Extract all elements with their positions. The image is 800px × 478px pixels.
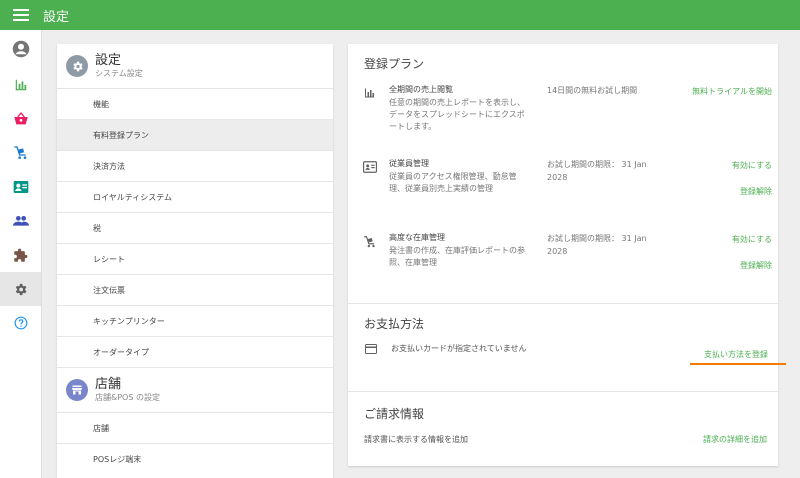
billing-description: 請求書に表示する情報を追加 — [364, 435, 468, 444]
menu-item-stores[interactable]: 店舗 — [57, 413, 333, 444]
unsubscribe-link[interactable]: 登録解除 — [740, 260, 772, 271]
nav-items[interactable] — [0, 102, 41, 136]
plan-term: 14日間の無料お試し期間 — [547, 86, 638, 95]
cart-icon — [13, 146, 26, 159]
plan-name: 従業員管理 — [389, 159, 429, 168]
plan-description: 従業員のアクセス権限管理、勤怠管理、従業員別売上実績の管理 — [389, 172, 517, 193]
account-icon — [12, 40, 29, 58]
payment-title: お支払方法 — [364, 317, 425, 331]
store-icon — [66, 379, 88, 401]
cart-icon — [364, 236, 375, 248]
plan-name: 全期間の売上閲覧 — [389, 85, 453, 94]
basket-icon — [13, 112, 28, 125]
system-settings-header: 設定 システム設定 — [57, 44, 333, 89]
add-billing-details-link[interactable]: 請求の詳細を追加 — [703, 434, 767, 445]
id-card-icon — [363, 161, 377, 173]
people-icon — [12, 216, 29, 226]
add-payment-method-link[interactable]: 支払い方法を登録 — [704, 349, 768, 360]
nav-settings[interactable] — [0, 272, 41, 306]
enable-link[interactable]: 有効にする — [732, 234, 772, 245]
menu-item-order-ticket[interactable]: 注文伝票 — [57, 275, 333, 306]
nav-inventory[interactable] — [0, 136, 41, 170]
side-navigation — [0, 30, 42, 478]
nav-customers[interactable] — [0, 204, 41, 238]
unsubscribe-link[interactable]: 登録解除 — [740, 186, 772, 197]
divider — [348, 391, 778, 392]
plans-title: 登録プラン — [364, 57, 425, 71]
plan-description: 任意の期間の売上レポートを表示し、データをスプレッドシートにエクスポートします。 — [389, 98, 525, 131]
section-subtitle: システム設定 — [95, 69, 143, 78]
billing-title: ご請求情報 — [364, 407, 425, 421]
start-trial-link[interactable]: 無料トライアルを開始 — [692, 86, 772, 97]
plan-term: お試し期間の期限： 31 Jan 2028 — [547, 234, 647, 256]
gear-icon — [66, 55, 88, 77]
nav-account[interactable] — [0, 30, 41, 68]
nav-integrations[interactable] — [0, 238, 41, 272]
app-bar: 設定 — [0, 0, 800, 30]
help-icon — [14, 316, 27, 330]
bar-chart-icon — [365, 88, 374, 98]
page-title: 設定 — [43, 9, 70, 25]
nav-employees[interactable] — [0, 170, 41, 204]
plan-name: 高度な在庫管理 — [389, 233, 445, 242]
gear-icon — [15, 283, 27, 295]
menu-item-receipt[interactable]: レシート — [57, 244, 333, 275]
settings-menu-panel: 設定 システム設定 機能 有料登録プラン 決済方法 ロイヤルティシステム 税 レ… — [57, 44, 333, 478]
id-card-icon — [13, 181, 28, 193]
divider — [348, 303, 778, 304]
menu-item-order-types[interactable]: オーダータイプ — [57, 337, 333, 368]
menu-item-subscriptions[interactable]: 有料登録プラン — [57, 120, 333, 151]
credit-card-icon — [365, 344, 377, 354]
enable-link[interactable]: 有効にする — [732, 160, 772, 171]
section-subtitle: 店舗&POS の設定 — [95, 393, 160, 402]
bar-chart-icon — [15, 79, 26, 91]
plan-term: お試し期間の期限： 31 Jan 2028 — [547, 160, 647, 182]
highlight-underline — [690, 363, 786, 365]
puzzle-icon — [14, 248, 28, 262]
menu-item-payment-types[interactable]: 決済方法 — [57, 151, 333, 182]
menu-icon[interactable] — [13, 9, 29, 21]
subscriptions-panel: 登録プラン 全期間の売上閲覧 任意の期間の売上レポートを表示し、データをスプレッ… — [348, 44, 786, 466]
menu-item-loyalty[interactable]: ロイヤルティシステム — [57, 182, 333, 213]
menu-item-kitchen-printers[interactable]: キッチンプリンター — [57, 306, 333, 337]
menu-item-taxes[interactable]: 税 — [57, 213, 333, 244]
nav-reports[interactable] — [0, 68, 41, 102]
section-title: 店舗 — [95, 377, 122, 392]
nav-help[interactable] — [0, 306, 41, 340]
store-settings-header: 店舗 店舗&POS の設定 — [57, 368, 333, 413]
plan-description: 発注書の作成、在庫評価レポートの参照、在庫管理 — [389, 246, 525, 267]
menu-item-pos-devices[interactable]: POSレジ端末 — [57, 444, 333, 475]
section-title: 設定 — [95, 53, 122, 68]
menu-item-features[interactable]: 機能 — [57, 89, 333, 120]
payment-status: お支払いカードが指定されていません — [391, 344, 527, 353]
